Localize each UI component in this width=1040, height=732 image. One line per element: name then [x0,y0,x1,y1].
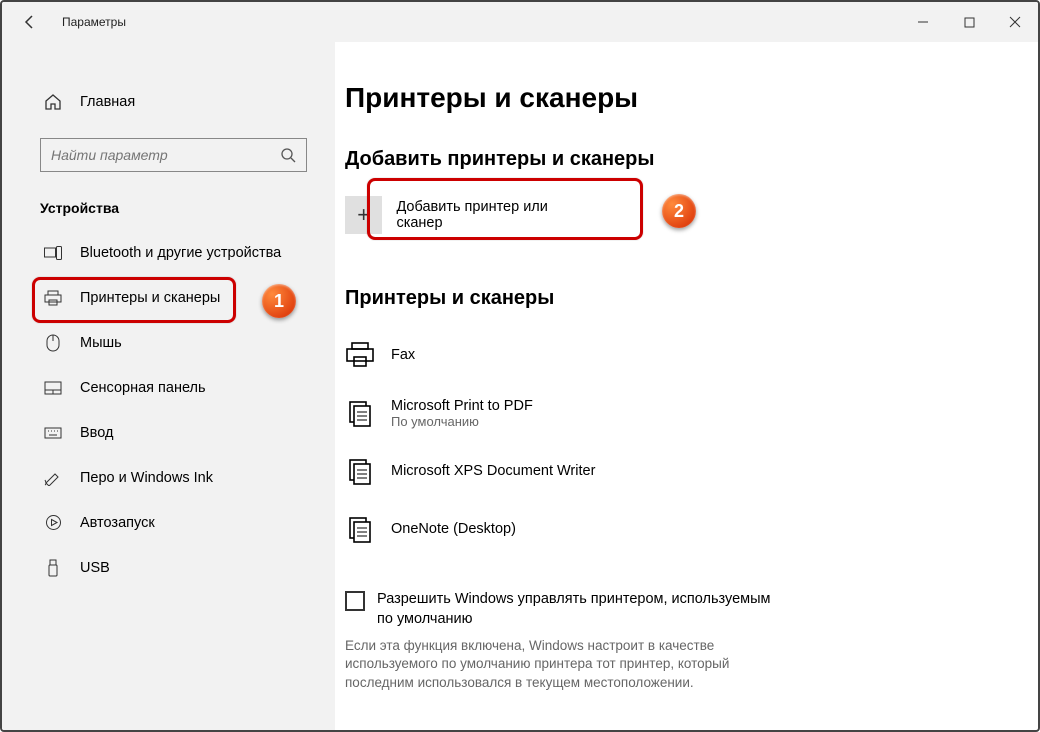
nav-touchpad[interactable]: Сенсорная панель [2,365,335,410]
nav-autoplay[interactable]: Автозапуск [2,500,335,545]
add-printer-button[interactable]: + Добавить принтер или сканер [345,187,595,243]
nav-item-label: Мышь [80,335,122,351]
printer-onenote-icon [345,515,375,543]
annotation-badge-2: 2 [662,194,696,228]
printer-sub: По умолчанию [391,414,533,429]
maximize-button[interactable] [946,2,992,42]
printers-list-heading: Принтеры и сканеры [345,287,1038,310]
autoplay-icon [44,514,62,531]
titlebar: Параметры [2,2,1038,42]
sidebar-group-label: Устройства [40,200,335,216]
printer-item[interactable]: Microsoft XPS Document Writer [345,442,1038,500]
back-button[interactable] [18,10,42,34]
printer-name: Fax [391,347,415,363]
page-title: Принтеры и сканеры [345,82,1038,114]
printer-item[interactable]: Fax [345,326,1038,384]
printer-item[interactable]: Microsoft Print to PDF По умолчанию [345,384,1038,442]
annotation-badge-1: 1 [262,284,296,318]
plus-icon: + [345,196,382,234]
close-button[interactable] [992,2,1038,42]
printer-xps-icon [345,457,375,485]
nav-item-label: Автозапуск [80,515,155,531]
add-printer-label: Добавить принтер или сканер [396,199,595,231]
printer-item[interactable]: OneNote (Desktop) [345,500,1038,558]
usb-icon [44,559,62,577]
nav-home-label: Главная [80,94,135,110]
default-printer-checkbox[interactable] [345,591,365,611]
fax-icon [345,342,375,368]
printer-name: OneNote (Desktop) [391,521,516,537]
window-title: Параметры [62,15,126,29]
nav-item-label: Ввод [80,425,113,441]
pen-icon [44,470,62,486]
touchpad-icon [44,381,62,395]
nav-home[interactable]: Главная [2,82,335,122]
nav-pen[interactable]: Перо и Windows Ink [2,455,335,500]
nav-item-label: Перо и Windows Ink [80,470,213,486]
printer-pdf-icon [345,399,375,427]
printer-icon [44,290,62,306]
nav-typing[interactable]: Ввод [2,410,335,455]
printer-name: Microsoft Print to PDF [391,398,533,414]
nav-item-label: Сенсорная панель [80,380,206,396]
home-icon [44,93,62,111]
nav-mouse[interactable]: Мышь [2,320,335,365]
printer-name: Microsoft XPS Document Writer [391,463,595,479]
nav-usb[interactable]: USB [2,545,335,590]
keyboard-icon [44,427,62,439]
add-section-heading: Добавить принтеры и сканеры [345,148,1038,171]
mouse-icon [44,334,62,352]
search-icon [280,147,296,163]
search-input[interactable] [51,147,280,163]
default-printer-description: Если эта функция включена, Windows настр… [345,637,765,692]
nav-item-label: Принтеры и сканеры [80,290,220,306]
sidebar: Главная Устройства [2,42,335,730]
nav-bluetooth[interactable]: Bluetooth и другие устройства [2,230,335,275]
search-box[interactable] [40,138,307,172]
default-printer-checkbox-label: Разрешить Windows управлять принтером, и… [377,590,775,629]
main-content: Принтеры и сканеры Добавить принтеры и с… [335,42,1038,730]
nav-item-label: Bluetooth и другие устройства [80,245,281,261]
nav-item-label: USB [80,560,110,576]
minimize-button[interactable] [900,2,946,42]
devices-icon [44,246,62,260]
